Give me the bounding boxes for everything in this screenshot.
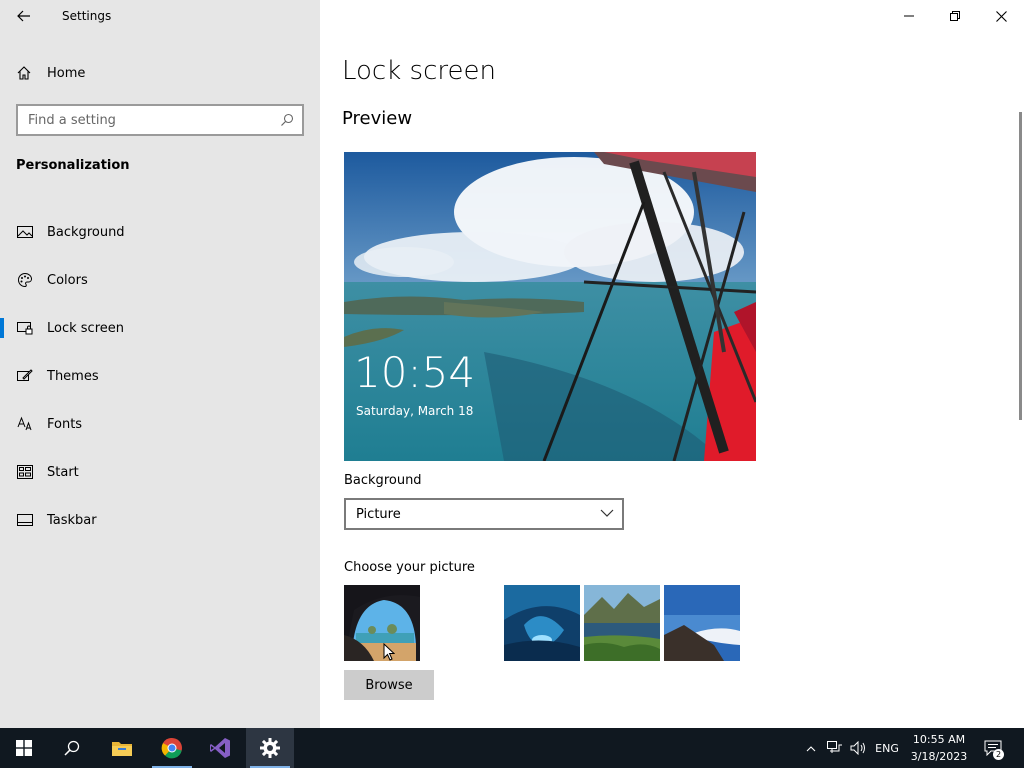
preview-time: 10:54 bbox=[354, 348, 476, 397]
visual-studio-button[interactable] bbox=[196, 728, 244, 768]
language-indicator[interactable]: ENG bbox=[872, 728, 902, 768]
volume-button[interactable] bbox=[848, 728, 870, 768]
mouse-cursor-icon bbox=[383, 643, 395, 661]
sidebar-item-label: Start bbox=[47, 464, 79, 480]
search-input[interactable] bbox=[18, 106, 268, 134]
lock-screen-preview: 10:54 Saturday, March 18 bbox=[344, 152, 756, 461]
windows-logo-icon bbox=[16, 740, 32, 756]
font-icon bbox=[16, 415, 34, 433]
preview-date: Saturday, March 18 bbox=[356, 404, 474, 418]
sidebar-item-home[interactable]: Home bbox=[16, 60, 85, 86]
search-icon bbox=[64, 740, 80, 756]
taskbar-search-button[interactable] bbox=[48, 728, 96, 768]
notification-badge: 2 bbox=[993, 749, 1004, 760]
chevron-down-icon bbox=[600, 509, 614, 517]
taskbar: ENG 10:55 AM 3/18/2023 2 bbox=[0, 728, 1024, 768]
page-title: Lock screen bbox=[342, 56, 496, 86]
search-box[interactable] bbox=[16, 104, 304, 136]
choose-picture-label: Choose your picture bbox=[344, 560, 475, 575]
clock-time: 10:55 AM bbox=[912, 733, 966, 746]
sidebar-item-start[interactable]: Start bbox=[0, 448, 320, 496]
clock-date: 3/18/2023 bbox=[910, 750, 968, 763]
file-explorer-button[interactable] bbox=[98, 728, 146, 768]
window-title: Settings bbox=[62, 9, 112, 23]
palette-icon bbox=[16, 271, 34, 289]
start-icon bbox=[16, 463, 34, 481]
sidebar-item-lock-screen[interactable]: Lock screen bbox=[0, 304, 320, 352]
sidebar-nav: Background Colors Lock screen Themes Fon… bbox=[0, 208, 320, 544]
file-explorer-icon bbox=[112, 742, 132, 756]
picture-thumbnail[interactable] bbox=[664, 585, 740, 661]
background-dropdown[interactable]: Picture bbox=[344, 498, 624, 530]
speaker-icon bbox=[850, 741, 865, 755]
sidebar-item-fonts[interactable]: Fonts bbox=[0, 400, 320, 448]
picture-thumbnail[interactable] bbox=[584, 585, 660, 661]
restore-button[interactable] bbox=[932, 0, 978, 32]
network-button[interactable] bbox=[824, 728, 846, 768]
sidebar-item-background[interactable]: Background bbox=[0, 208, 320, 256]
main-content: Lock screen Preview 10:54 Saturday, Marc… bbox=[320, 0, 1024, 728]
brush-icon bbox=[16, 367, 34, 385]
sidebar-item-taskbar[interactable]: Taskbar bbox=[0, 496, 320, 544]
start-button[interactable] bbox=[0, 728, 48, 768]
sidebar-item-label: Fonts bbox=[47, 416, 83, 432]
scrollbar[interactable] bbox=[1019, 112, 1022, 420]
sidebar-item-label: Home bbox=[47, 65, 86, 81]
taskbar-icon bbox=[16, 511, 34, 529]
sidebar-item-colors[interactable]: Colors bbox=[0, 256, 320, 304]
restore-icon bbox=[950, 11, 960, 21]
show-hidden-icons-button[interactable] bbox=[802, 728, 820, 768]
preview-heading: Preview bbox=[342, 108, 413, 129]
network-icon bbox=[827, 741, 842, 753]
minimize-icon bbox=[904, 15, 914, 17]
chrome-icon bbox=[161, 737, 182, 759]
ice-cave-image bbox=[504, 585, 580, 661]
close-button[interactable] bbox=[978, 0, 1024, 32]
visual-studio-icon bbox=[210, 738, 230, 758]
back-arrow-icon bbox=[17, 10, 30, 22]
background-label: Background bbox=[344, 473, 422, 488]
browse-button[interactable]: Browse bbox=[344, 670, 434, 700]
search-icon bbox=[281, 113, 294, 126]
sidebar: Settings Home Personalization Background… bbox=[0, 0, 320, 728]
cave-beach-image bbox=[344, 585, 420, 661]
section-title: Personalization bbox=[16, 158, 130, 173]
back-button[interactable] bbox=[10, 4, 38, 28]
chrome-button[interactable] bbox=[148, 728, 196, 768]
sidebar-item-label: Colors bbox=[47, 272, 88, 288]
home-icon bbox=[17, 66, 31, 80]
taskbar-clock[interactable]: 10:55 AM 3/18/2023 bbox=[900, 731, 978, 765]
settings-taskbar-button[interactable] bbox=[246, 728, 294, 768]
dropdown-value: Picture bbox=[356, 506, 401, 522]
sky-rock-image bbox=[664, 585, 740, 661]
sidebar-item-label: Taskbar bbox=[47, 512, 97, 528]
picture-thumbnail[interactable] bbox=[344, 585, 420, 661]
lock-screen-icon bbox=[16, 319, 34, 337]
sidebar-item-themes[interactable]: Themes bbox=[0, 352, 320, 400]
action-center-button[interactable]: 2 bbox=[980, 728, 1006, 768]
picture-thumbnail[interactable] bbox=[504, 585, 580, 661]
chevron-up-icon bbox=[806, 745, 816, 751]
close-icon bbox=[995, 10, 1007, 22]
picture-icon bbox=[16, 223, 34, 241]
sidebar-item-label: Background bbox=[47, 224, 125, 240]
minimize-button[interactable] bbox=[886, 0, 932, 32]
sidebar-item-label: Themes bbox=[47, 368, 99, 384]
settings-icon bbox=[260, 738, 280, 758]
mountain-lake-image bbox=[584, 585, 660, 661]
sidebar-item-label: Lock screen bbox=[47, 320, 124, 336]
